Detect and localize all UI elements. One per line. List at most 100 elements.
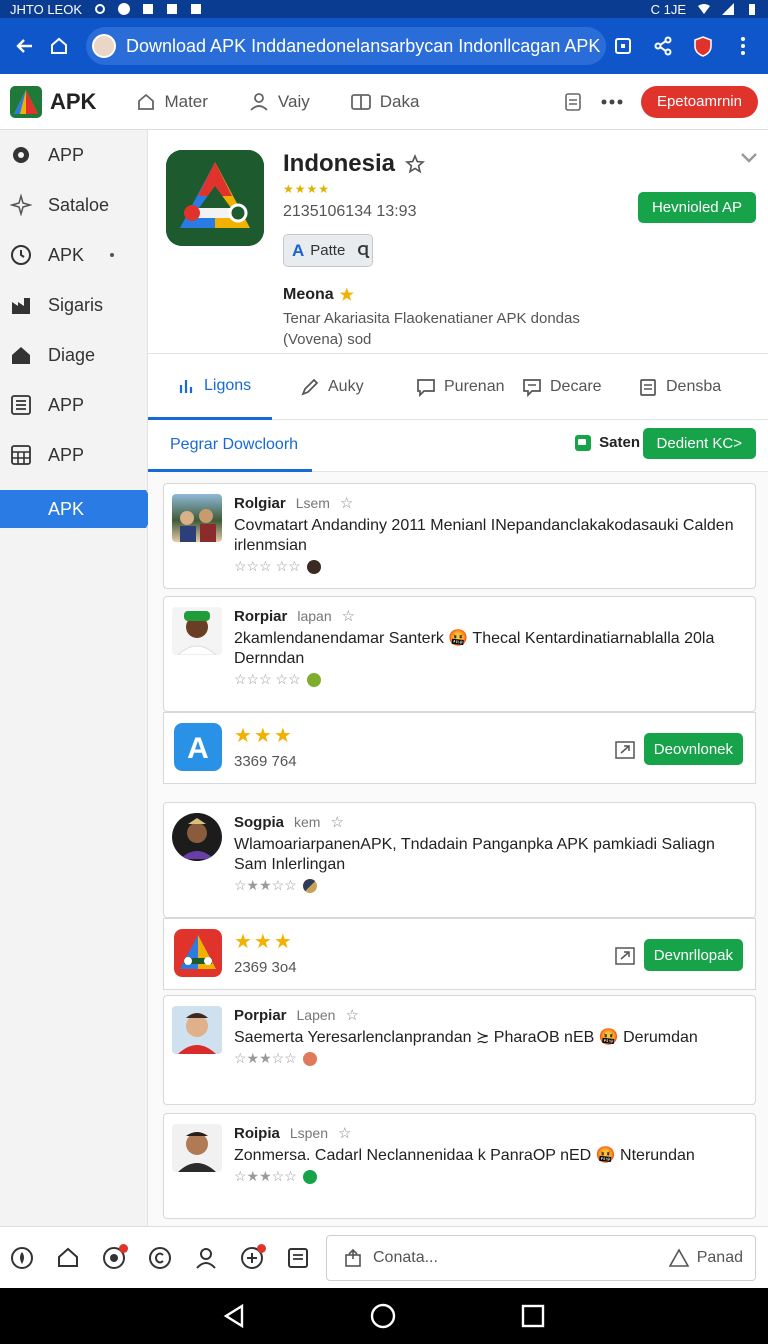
review-header: Rolgiar Lsem ☆ [234,494,745,513]
review-header: Rorpiar lapan ☆ [234,607,745,626]
open-external-icon[interactable] [615,947,635,965]
badge-icon [302,1169,317,1184]
sub-toolbar: Pegrar Dowcloorh Saten Dedient KC> [148,420,768,472]
nav-item-vaiy[interactable]: Vaiy [248,92,310,112]
sidebar-item-app-grid[interactable]: APP [0,430,147,480]
tab-auky[interactable]: Auky [272,354,388,420]
star-outline-icon[interactable] [405,154,426,174]
review-header: Porpiar Lapen ☆ [234,1006,745,1025]
tab-label: Auky [328,378,364,395]
app-category-chip[interactable]: A Patte Ɋ [283,234,373,267]
app-title-row: Indonesia [283,150,426,178]
comment-input[interactable]: Conata... Panad [326,1235,756,1281]
comment-icon [523,379,541,397]
review-text: Covmatart Andandiny 2011 Menianl INepand… [234,517,734,554]
tab-densba[interactable]: Densba [638,354,766,420]
download-app-button[interactable]: Hevnioled AP [637,192,756,223]
review-text: WlamoariarpanenAPK, Tndadain Panganpka A… [234,836,715,873]
sidebar-item-sataloe[interactable]: Sataloe [0,180,147,230]
copyright-button[interactable] [146,1244,174,1272]
chip-label: Patte [310,242,346,259]
app-item-size: 3369 764 [234,753,297,770]
list-tab-button[interactable] [284,1244,312,1272]
sidebar-item-app[interactable]: APP [0,130,147,180]
pen-icon [301,378,319,396]
app-store-icon: A [174,723,222,771]
home-icon [58,1247,78,1267]
home-button[interactable] [42,29,76,63]
star-outline-icon[interactable]: ☆ [342,607,355,625]
status-right-text: C 1JE [650,1,686,17]
review-card: Porpiar Lapen ☆ Saemerta Yeresarlenclanp… [163,995,756,1105]
home-tab-button[interactable] [54,1244,82,1272]
nav-item-daka[interactable]: Daka [350,92,419,112]
home-outline-icon [138,93,155,110]
comment-action[interactable]: Panad [668,1248,743,1268]
sub-action-button[interactable]: Dedient KC> [642,428,756,459]
star-outline-icon[interactable]: ☆ [330,813,343,831]
star-outline-icon[interactable]: ☆ [340,494,353,512]
chip-letter: A [292,240,305,260]
sidebar-item-diage[interactable]: Diage [0,330,147,380]
factory-icon [12,298,30,314]
profile-button[interactable] [686,29,720,63]
flame-icon [11,1246,33,1269]
sidebar-item-app-list[interactable]: APP [0,380,147,430]
avatar [172,607,222,655]
star-outline-icon[interactable]: ☆ [345,1006,358,1024]
sync-icon [95,4,106,14]
recents-square-icon[interactable] [521,1304,545,1328]
share-button[interactable] [646,29,680,63]
app-logo-icon [174,929,222,977]
chevron-down-icon[interactable] [740,152,758,164]
open-external-icon[interactable] [615,741,635,759]
review-body: Rolgiar Lsem ☆ Covmatart Andandiny 2011 … [164,484,755,575]
app-item-download-button[interactable]: Deovnlonek [643,733,743,765]
app-list-item[interactable]: A ★★★ 3369 764 Deovnlonek [163,712,756,784]
reviewer-tag: lapan [297,608,332,624]
android-navigation-bar [0,1288,768,1344]
more-horizontal-icon[interactable] [601,99,623,105]
back-triangle-icon[interactable] [223,1304,245,1328]
header-action-button[interactable]: Epetoamrnin [640,85,758,118]
menu-button[interactable] [726,29,760,63]
review-stars: ☆★★☆☆ [234,1168,297,1184]
review-text: Zonmersa. Cadarl Neclannenidaa k PanraOP… [234,1147,695,1164]
star-outline-icon[interactable]: ☆ [338,1124,351,1142]
fire-button[interactable] [8,1244,36,1272]
review-body: Sogpia kem ☆ WlamoariarpanenAPK, Tndadai… [164,803,755,894]
document-icon[interactable] [563,92,583,112]
main-content: Indonesia ★★★★ 2135106134 13:93 A Patte … [148,130,768,1226]
emoji-icon [306,672,321,687]
nav-item-mater[interactable]: Mater [136,92,208,112]
tab-purenan[interactable]: Purenan [388,354,518,420]
tab-ligons[interactable]: Ligons [148,354,272,420]
sidebar-item-label: APP [48,444,85,465]
review-body: Porpiar Lapen ☆ Saemerta Yeresarlenclanp… [164,996,755,1067]
saten-toggle[interactable]: Saten [575,434,640,451]
subtab-downloads[interactable]: Pegrar Dowcloorh [148,420,312,472]
emoji-icon [302,878,317,893]
app-list-item[interactable]: ★★★ 2369 3o4 Devnrllopak [163,918,756,990]
tab-decare[interactable]: Decare [518,354,638,420]
sidebar-item-apk[interactable]: APK [0,230,147,280]
brand[interactable]: APK [10,85,96,118]
home-icon [51,37,67,54]
profile-tab-button[interactable] [192,1244,220,1272]
notifications-button[interactable] [100,1243,128,1272]
reviewer-tag: Lsem [295,495,330,511]
tab-bar: Ligons Auky Purenan Decare Densba [148,354,768,420]
sidebar-item-apk-active[interactable]: APK [0,490,156,528]
app-description: Tenar Akariasita Flaokenatianer APK dond… [283,310,580,348]
review-card: Rorpiar lapan ☆ 2kamlendanendamar Santer… [163,596,756,712]
reviewer-tag: Lspen [289,1125,328,1141]
app-item-download-button[interactable]: Devnrllopak [643,939,743,971]
avatar [172,1006,222,1054]
home-circle-icon[interactable] [370,1303,396,1329]
notification-badge [257,1243,266,1253]
address-bar[interactable]: Download APK Inddanedonelansarbycan Indo… [86,27,606,65]
games-button[interactable] [238,1243,266,1272]
tabs-button[interactable] [606,29,640,63]
sidebar-item-sigaris[interactable]: Sigaris [0,280,147,330]
back-button[interactable] [8,29,42,63]
